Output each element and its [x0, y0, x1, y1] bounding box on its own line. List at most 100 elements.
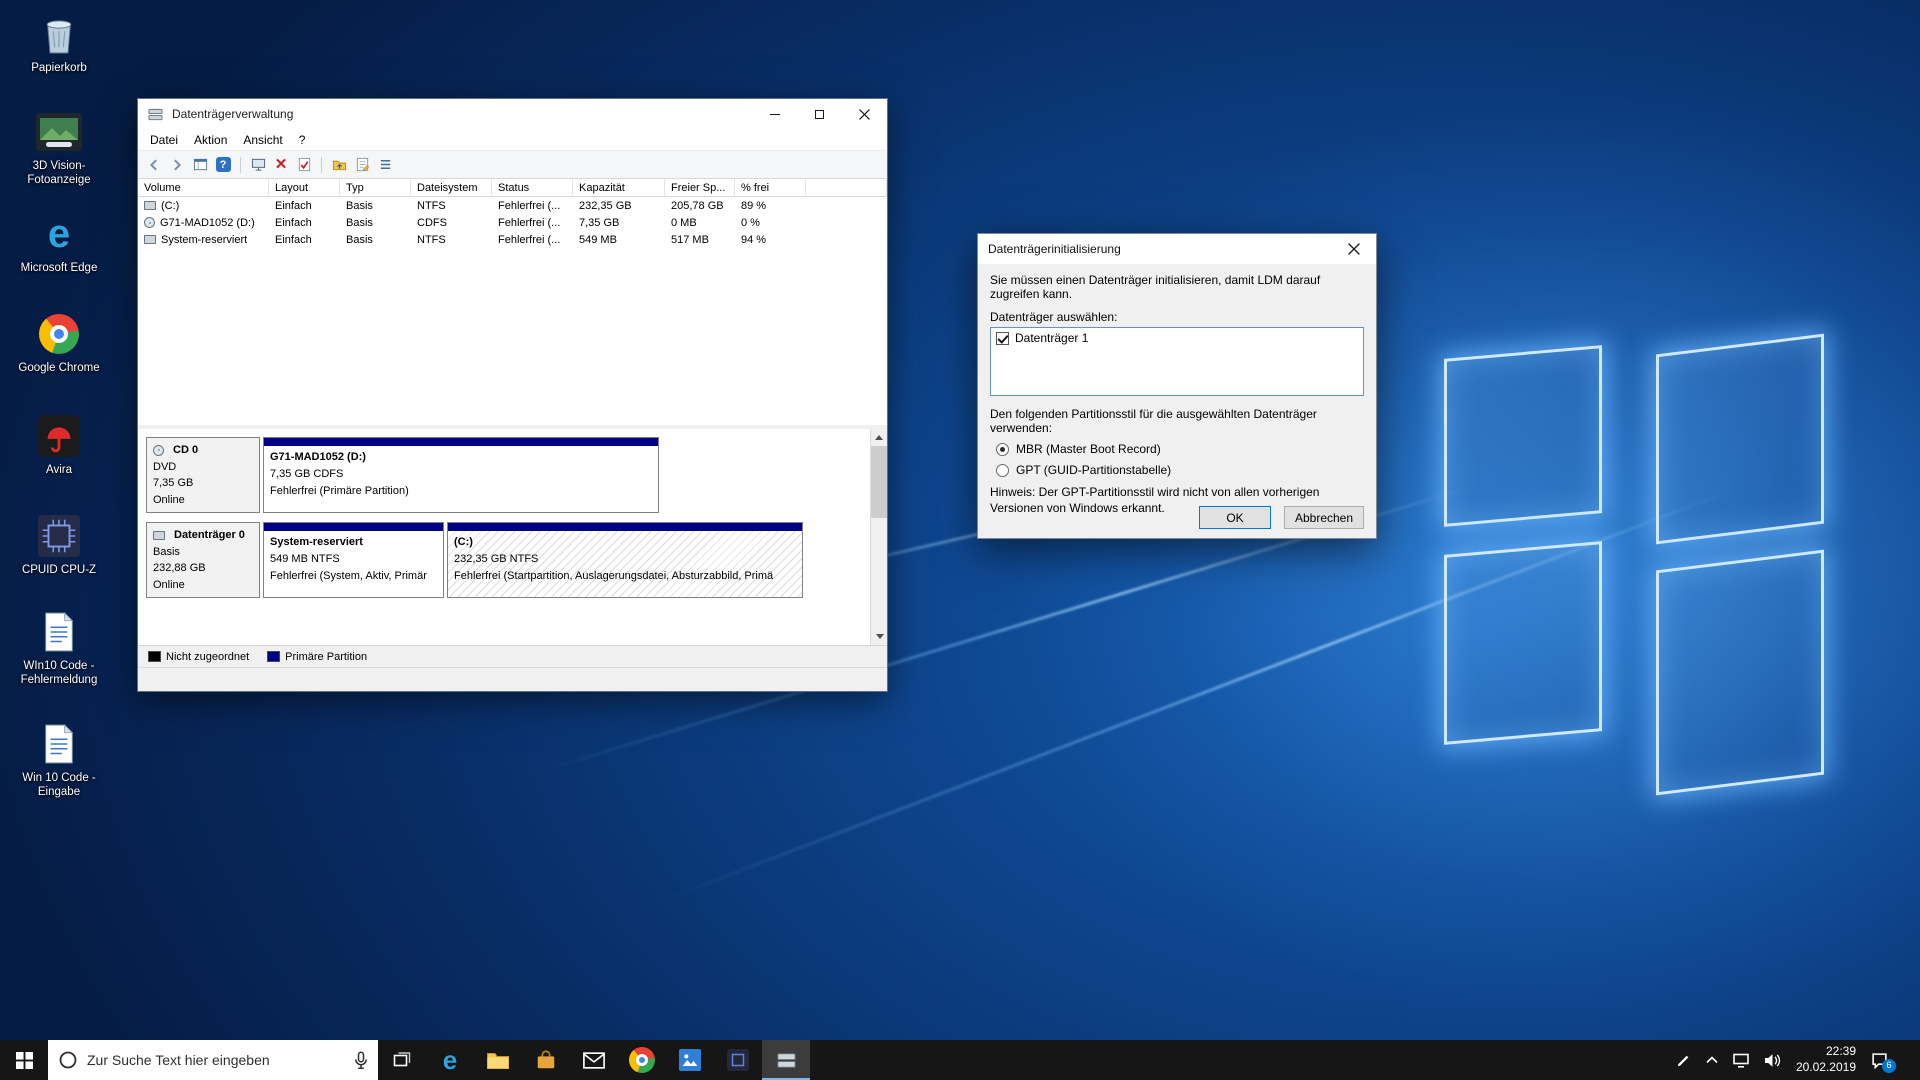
check-volume-icon[interactable]: [295, 156, 313, 174]
desktop-icon-label: CPUID CPU-Z: [14, 563, 104, 577]
cpu-z-icon: [14, 512, 104, 560]
cell-kapazitaet: 7,35 GB: [573, 214, 665, 231]
taskbar-app-edge[interactable]: e: [426, 1040, 474, 1080]
column-header-pct-frei[interactable]: % frei: [735, 179, 806, 197]
computer-icon[interactable]: [249, 156, 267, 174]
volume-icon[interactable]: [1764, 1053, 1781, 1068]
volume-list-pane: Volume Layout Typ Dateisystem Status Kap…: [138, 179, 887, 425]
back-icon[interactable]: [145, 156, 163, 174]
scrollbar-thumb[interactable]: [871, 446, 887, 518]
desktop-icon-label: 3D Vision-Fotoanzeige: [14, 159, 104, 188]
help-icon[interactable]: ?: [214, 156, 232, 174]
table-row[interactable]: (C:) Einfach Basis NTFS Fehlerfrei (... …: [138, 197, 887, 214]
start-button[interactable]: [0, 1040, 48, 1080]
partition-size: 549 MB NTFS: [270, 551, 437, 568]
column-header-freier-sp[interactable]: Freier Sp...: [665, 179, 735, 197]
primary-partition-swatch: [267, 651, 280, 662]
partition-c[interactable]: (C:) 232,35 GB NTFS Fehlerfrei (Startpar…: [447, 522, 803, 598]
column-header-kapazitaet[interactable]: Kapazität: [573, 179, 665, 197]
radio-selected-icon[interactable]: [996, 443, 1009, 456]
search-input[interactable]: [87, 1052, 345, 1068]
menu-ansicht[interactable]: Ansicht: [235, 131, 290, 149]
close-button[interactable]: [842, 99, 887, 129]
action-center-button[interactable]: 6: [1871, 1052, 1894, 1069]
task-view-button[interactable]: [378, 1040, 426, 1080]
window-titlebar[interactable]: Datenträgerverwaltung: [138, 99, 887, 129]
desktop-icon-cpu-z[interactable]: CPUID CPU-Z: [14, 512, 104, 577]
taskbar-search[interactable]: [48, 1040, 378, 1080]
cell-layout: Einfach: [269, 231, 340, 248]
radio-gpt-row[interactable]: GPT (GUID-Partitionstabelle): [996, 463, 1364, 477]
cancel-button[interactable]: Abbrechen: [1284, 506, 1364, 529]
column-header-layout[interactable]: Layout: [269, 179, 340, 197]
vertical-scrollbar[interactable]: [870, 429, 887, 645]
windows-logo-pane: [1444, 541, 1602, 745]
delete-volume-icon[interactable]: ✕: [272, 156, 290, 174]
network-icon[interactable]: [1733, 1053, 1749, 1068]
cell-filler: [806, 214, 887, 231]
dialog-titlebar[interactable]: Datenträgerinitialisierung: [978, 234, 1376, 264]
console-tree-icon[interactable]: [191, 156, 209, 174]
bag-icon: [535, 1049, 557, 1071]
disk-status: Online: [153, 492, 253, 509]
table-row[interactable]: System-reserviert Einfach Basis NTFS Feh…: [138, 231, 887, 248]
checkbox-checked-icon[interactable]: [996, 332, 1009, 345]
scroll-down-icon[interactable]: [871, 628, 887, 645]
clock[interactable]: 22:39 20.02.2019: [1796, 1044, 1856, 1075]
ink-pen-icon[interactable]: [1676, 1053, 1691, 1068]
edge-icon: e: [443, 1047, 457, 1073]
desktop-icon-edge[interactable]: e Microsoft Edge: [14, 210, 104, 275]
partition-d[interactable]: G71-MAD1052 (D:) 7,35 GB CDFS Fehlerfrei…: [263, 437, 659, 513]
scroll-up-icon[interactable]: [871, 429, 887, 446]
taskbar-app-disk-management[interactable]: [762, 1040, 810, 1080]
desktop-icon-papierkorb[interactable]: Papierkorb: [14, 10, 104, 75]
taskbar-app-cpu-z[interactable]: [714, 1040, 762, 1080]
select-disks-label: Datenträger auswählen:: [990, 310, 1364, 324]
disk-row-cd0: CD 0 DVD 7,35 GB Online G71-MAD1052 (D:)…: [146, 437, 863, 513]
disk-info-datentraeger0[interactable]: Datenträger 0 Basis 232,88 GB Online: [146, 522, 260, 598]
volume-list-header: Volume Layout Typ Dateisystem Status Kap…: [138, 179, 887, 197]
taskbar-app-store[interactable]: [522, 1040, 570, 1080]
taskbar-app-chrome[interactable]: [618, 1040, 666, 1080]
properties-icon[interactable]: [353, 156, 371, 174]
disk-listbox[interactable]: Datenträger 1: [990, 327, 1364, 396]
radio-mbr-row[interactable]: MBR (Master Boot Record): [996, 442, 1364, 456]
table-row[interactable]: G71-MAD1052 (D:) Einfach Basis CDFS Fehl…: [138, 214, 887, 231]
menu-aktion[interactable]: Aktion: [186, 131, 235, 149]
partition-size: 232,35 GB NTFS: [454, 551, 796, 568]
chevron-up-icon[interactable]: [1706, 1056, 1718, 1064]
dialog-close-button[interactable]: [1331, 234, 1376, 264]
taskbar-app-photos[interactable]: [666, 1040, 714, 1080]
column-header-status[interactable]: Status: [492, 179, 573, 197]
desktop-icon-avira[interactable]: Avira: [14, 412, 104, 477]
desktop-icon-win10-code-fehlermeldung[interactable]: WIn10 Code - Fehlermeldung: [14, 608, 104, 688]
taskbar-app-file-explorer[interactable]: [474, 1040, 522, 1080]
partition-system-reserviert[interactable]: System-reserviert 549 MB NTFS Fehlerfrei…: [263, 522, 444, 598]
list-view-icon[interactable]: [376, 156, 394, 174]
taskbar-app-mail[interactable]: [570, 1040, 618, 1080]
status-bar: [138, 667, 887, 691]
forward-icon[interactable]: [168, 156, 186, 174]
desktop-icon-label: Microsoft Edge: [14, 261, 104, 275]
column-header-dateisystem[interactable]: Dateisystem: [411, 179, 492, 197]
partition-size: 7,35 GB CDFS: [270, 466, 652, 483]
open-folder-icon[interactable]: [330, 156, 348, 174]
column-header-volume[interactable]: Volume: [138, 179, 269, 197]
minimize-button[interactable]: [752, 99, 797, 129]
maximize-button[interactable]: [797, 99, 842, 129]
ok-button[interactable]: OK: [1199, 506, 1271, 529]
tray-time: 22:39: [1796, 1044, 1856, 1060]
radio-unselected-icon[interactable]: [996, 464, 1009, 477]
tray-date: 20.02.2019: [1796, 1060, 1856, 1076]
desktop-icon-win10-code-eingabe[interactable]: Win 10 Code - Eingabe: [14, 720, 104, 800]
disk-info-cd0[interactable]: CD 0 DVD 7,35 GB Online: [146, 437, 260, 513]
menu-datei[interactable]: Datei: [142, 131, 186, 149]
column-header-typ[interactable]: Typ: [340, 179, 411, 197]
unallocated-swatch: [148, 651, 161, 662]
desktop-icon-chrome[interactable]: Google Chrome: [14, 310, 104, 375]
disk-management-icon: [775, 1049, 798, 1072]
menu-help[interactable]: ?: [291, 131, 314, 149]
desktop-icon-3d-vision[interactable]: 3D Vision-Fotoanzeige: [14, 108, 104, 188]
disk-list-item[interactable]: Datenträger 1: [992, 329, 1362, 347]
microphone-icon[interactable]: [354, 1051, 368, 1070]
